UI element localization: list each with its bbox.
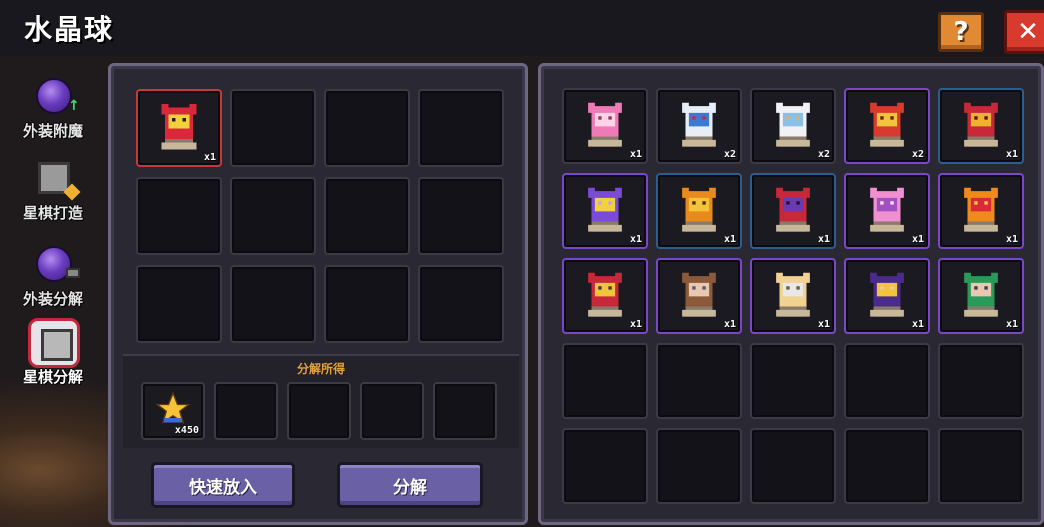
brown-hair-girl-icon xyxy=(672,266,726,320)
item-quantity: x1 xyxy=(629,149,642,160)
item-quantity: x1 xyxy=(629,319,642,330)
item-quantity: x2 xyxy=(817,149,830,160)
pink-flower-icon xyxy=(578,96,632,150)
inventory-slot[interactable] xyxy=(562,343,648,419)
output-slot[interactable] xyxy=(214,382,278,440)
item-quantity: x1 xyxy=(723,319,736,330)
item-quantity: x1 xyxy=(629,234,642,245)
green-hood-icon xyxy=(954,266,1008,320)
fire-sword-icon xyxy=(954,181,1008,235)
blonde-knight-icon xyxy=(766,266,820,320)
pink-wings-icon xyxy=(860,181,914,235)
inventory-panel: x1 x2 x2 x2 x1 x1 x1 x1 x1 x1 x1 x1 x1 x1 x1 xyxy=(538,63,1044,525)
item-quantity: x1 xyxy=(817,319,830,330)
inventory-slot[interactable]: x1 xyxy=(562,173,648,249)
question-icon: ? xyxy=(953,17,969,47)
output-slot[interactable] xyxy=(433,382,497,440)
inventory-slot[interactable]: x2 xyxy=(750,88,836,164)
inventory-slot[interactable] xyxy=(656,343,742,419)
input-slot[interactable] xyxy=(418,265,504,343)
inventory-slot[interactable]: x1 xyxy=(656,173,742,249)
crystal-ball-enchant-icon: ↑ xyxy=(28,72,80,122)
close-button[interactable]: ✕ xyxy=(1004,10,1044,54)
sidebar-item-outfit-decompose[interactable]: 外装分解 xyxy=(8,240,98,314)
quick-add-button[interactable]: 快速放入 xyxy=(151,462,295,508)
purple-wand-icon xyxy=(578,181,632,235)
input-slot[interactable] xyxy=(324,89,410,167)
decompose-button[interactable]: 分解 xyxy=(337,462,483,508)
inventory-slot[interactable]: x1 xyxy=(750,173,836,249)
inventory-slot[interactable] xyxy=(562,428,648,504)
output-slot[interactable]: x450 xyxy=(141,382,205,440)
crystal-ball-decompose-icon xyxy=(28,240,80,290)
input-slot[interactable] xyxy=(418,177,504,255)
orange-pumpkin-icon xyxy=(672,181,726,235)
item-quantity: x1 xyxy=(1005,319,1018,330)
item-quantity: x2 xyxy=(911,149,924,160)
inventory-slot[interactable]: x1 xyxy=(750,258,836,334)
white-cat-icon xyxy=(766,96,820,150)
output-label: 分解所得 xyxy=(296,362,345,376)
inventory-slot[interactable]: x1 xyxy=(656,258,742,334)
inventory-slot[interactable]: x1 xyxy=(562,88,648,164)
chess-forge-icon xyxy=(28,154,81,204)
help-button[interactable]: ? xyxy=(938,12,984,52)
white-bird-icon xyxy=(672,96,726,150)
star-fragment-icon xyxy=(155,391,191,427)
red-demon-chess-piece-icon xyxy=(151,97,207,153)
input-slot[interactable] xyxy=(324,265,410,343)
inventory-slot[interactable]: x2 xyxy=(844,88,930,164)
sidebar-item-label: 外装附魔 xyxy=(22,122,83,140)
item-quantity: x1 xyxy=(911,234,924,245)
item-quantity: x1 xyxy=(817,234,830,245)
inventory-slot[interactable]: x1 xyxy=(938,173,1024,249)
inventory-slot[interactable]: x1 xyxy=(938,88,1024,164)
item-quantity: x1 xyxy=(1005,234,1018,245)
inventory-slot[interactable] xyxy=(750,428,836,504)
input-slot[interactable] xyxy=(418,89,504,167)
inventory-slot[interactable]: x1 xyxy=(844,258,930,334)
input-slot[interactable] xyxy=(136,177,222,255)
inventory-slot[interactable] xyxy=(656,428,742,504)
input-slot[interactable] xyxy=(230,177,316,255)
item-quantity: x1 xyxy=(1005,149,1018,160)
output-slot[interactable] xyxy=(360,382,424,440)
input-slot[interactable] xyxy=(230,89,316,167)
inventory-slot[interactable] xyxy=(844,428,930,504)
item-quantity: x2 xyxy=(723,149,736,160)
witch-hat-icon xyxy=(860,266,914,320)
inventory-slot[interactable]: x1 xyxy=(562,258,648,334)
item-quantity: x1 xyxy=(203,152,216,163)
output-slot[interactable] xyxy=(287,382,351,440)
inventory-slot[interactable] xyxy=(844,343,930,419)
red-bell-icon xyxy=(860,96,914,150)
red-hood-icon xyxy=(766,181,820,235)
input-slot[interactable] xyxy=(324,177,410,255)
chess-decompose-icon xyxy=(28,318,80,368)
input-slot[interactable] xyxy=(136,265,222,343)
inventory-slot[interactable]: x1 xyxy=(938,258,1024,334)
sidebar-item-enchant[interactable]: ↑ 外装附魔 xyxy=(8,72,98,146)
red-ribbon-icon xyxy=(954,96,1008,150)
sidebar-item-chess-decompose[interactable]: 星棋分解 xyxy=(8,318,98,392)
sidebar-item-label: 星棋打造 xyxy=(22,204,83,222)
inventory-slot[interactable] xyxy=(938,343,1024,419)
top-bar xyxy=(0,0,1044,56)
item-quantity: x1 xyxy=(723,234,736,245)
red-warrior-icon xyxy=(578,266,632,320)
sidebar-item-forge[interactable]: 星棋打造 xyxy=(8,154,98,228)
inventory-slot[interactable]: x1 xyxy=(844,173,930,249)
sidebar-item-label: 星棋分解 xyxy=(22,368,83,386)
inventory-slot[interactable]: x2 xyxy=(656,88,742,164)
item-quantity: x1 xyxy=(911,319,924,330)
page-title: 水晶球 xyxy=(24,13,115,46)
decompose-panel: x1 分解所得 x450 快速放入 分解 xyxy=(108,63,528,525)
inventory-slot[interactable] xyxy=(938,428,1024,504)
input-slot[interactable]: x1 xyxy=(136,89,222,167)
close-icon: ✕ xyxy=(1017,17,1039,47)
inventory-slot[interactable] xyxy=(750,343,836,419)
input-slot[interactable] xyxy=(230,265,316,343)
sidebar-item-label: 外装分解 xyxy=(22,290,83,308)
item-quantity: x450 xyxy=(174,425,199,436)
